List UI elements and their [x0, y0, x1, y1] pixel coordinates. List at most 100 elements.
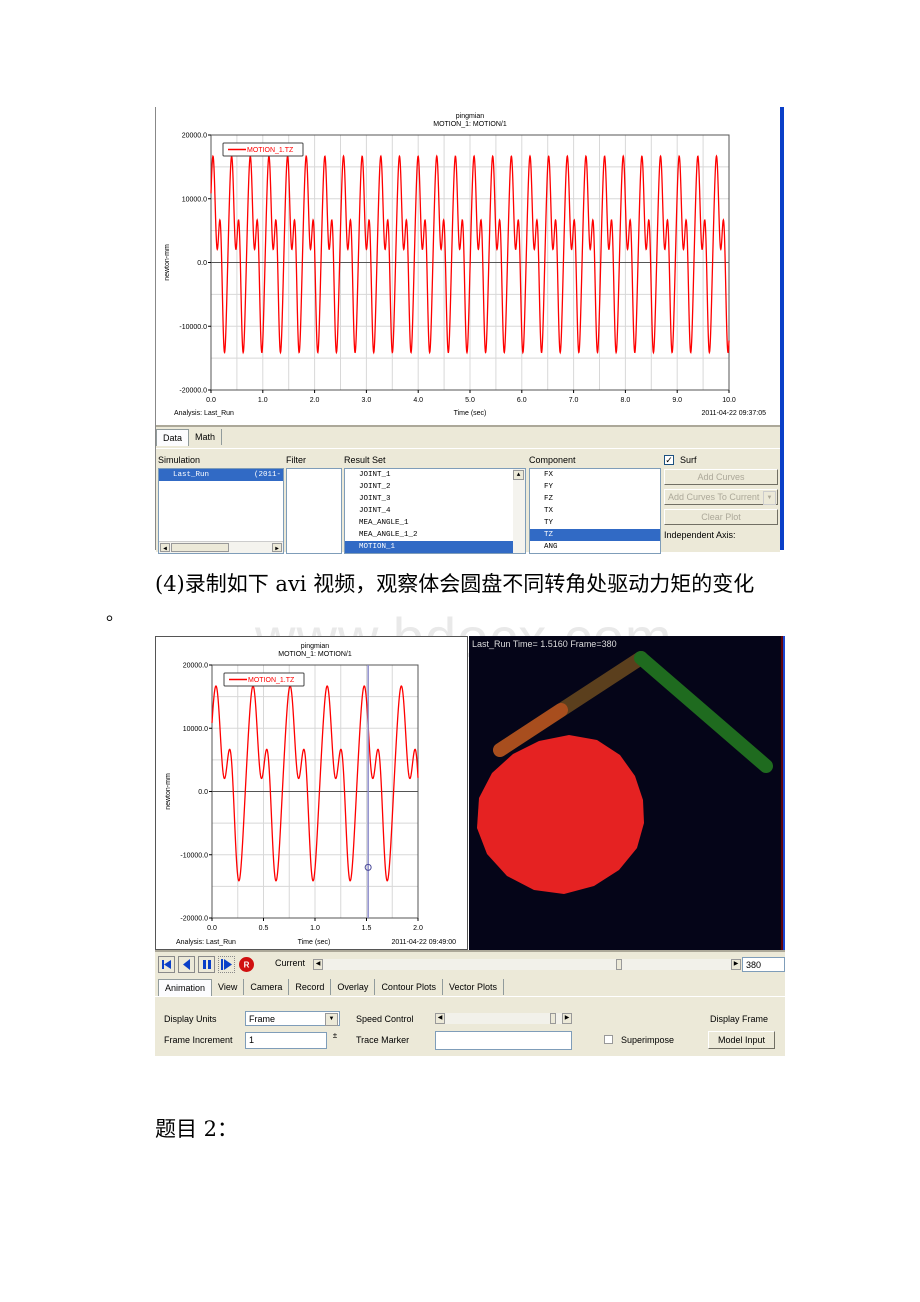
x-tick-label: 1.0 — [310, 925, 320, 932]
simulation-list[interactable]: Last_Run (2011- ◀ ▶ — [158, 468, 284, 554]
chevron-down-icon: ▼ — [763, 491, 776, 505]
vertical-scrollbar[interactable]: ▲ — [513, 469, 525, 553]
tab-camera[interactable]: Camera — [244, 979, 290, 995]
frame-increment-label: Frame Increment — [164, 1035, 233, 1045]
x-tick-label: 7.0 — [569, 397, 579, 404]
animation-controls: R Current ◀ ▶ 380 Animation View Camera … — [155, 950, 785, 1056]
x-tick-label: 2.0 — [310, 397, 320, 404]
y-tick-label: 20000.0 — [183, 663, 208, 670]
rewind-to-start-button[interactable] — [158, 956, 175, 973]
clear-plot-button[interactable]: Clear Plot — [664, 509, 778, 525]
result-set-item[interactable]: MEA_ANGLE_1 — [345, 517, 525, 529]
x-axis-label: Time (sec) — [454, 410, 487, 417]
model-input-button[interactable]: Model Input — [708, 1031, 775, 1049]
panel-tabs: Data Math — [156, 429, 223, 446]
speed-slider-thumb[interactable] — [550, 1013, 557, 1024]
frame-increment-stepper[interactable]: ± — [330, 1032, 340, 1049]
result-set-list[interactable]: JOINT_1 JOINT_2 JOINT_3 JOINT_4 MEA_ANGLE_1 M… — [344, 468, 526, 554]
superimpose-label: Superimpose — [621, 1035, 675, 1045]
x-tick-label: 1.0 — [258, 397, 268, 404]
scroll-right-arrow[interactable]: ▶ — [272, 543, 282, 552]
play-forward-icon — [221, 959, 232, 970]
pause-button[interactable] — [198, 956, 215, 973]
independent-axis-label: Independent Axis: — [664, 530, 736, 540]
y-tick-label: 10000.0 — [183, 726, 208, 733]
mechanism-scene — [477, 636, 785, 950]
disk — [477, 735, 644, 894]
component-item[interactable]: TX — [530, 505, 660, 517]
legend-label: MOTION_1.TZ — [248, 677, 295, 684]
simulation-item[interactable]: Last_Run (2011- — [159, 469, 283, 481]
play-forward-button[interactable] — [218, 956, 235, 973]
y-tick-label: 0.0 — [198, 789, 208, 796]
tab-vector-plots[interactable]: Vector Plots — [443, 979, 504, 995]
scroll-up-arrow[interactable]: ▲ — [513, 470, 524, 480]
result-set-item[interactable]: JOINT_2 — [345, 481, 525, 493]
tab-contour-plots[interactable]: Contour Plots — [375, 979, 443, 995]
frame-increment-input[interactable]: 1 — [245, 1032, 327, 1049]
horizontal-scrollbar[interactable]: ◀ ▶ — [159, 541, 283, 553]
x-tick-label: 2.0 — [413, 925, 423, 932]
speed-control-slider[interactable]: ◀ ▶ — [435, 1013, 572, 1024]
component-item[interactable]: ANG — [530, 541, 660, 553]
result-set-label: Result Set — [344, 455, 386, 465]
add-curves-to-current-dropdown[interactable]: Add Curves To Current ▼ — [664, 489, 778, 505]
filter-list[interactable] — [286, 468, 342, 554]
tab-view[interactable]: View — [212, 979, 245, 995]
play-reverse-button[interactable] — [178, 956, 195, 973]
paragraph-step-4: (4)录制如下 avi 视频，观察体会圆盘不同转角处驱动力矩的变化 — [155, 572, 755, 596]
x-tick-label: 8.0 — [621, 397, 631, 404]
y-tick-label: -10000.0 — [180, 852, 208, 859]
component-item[interactable]: FY — [530, 481, 660, 493]
y-axis-label: newton-mm — [164, 244, 171, 281]
display-units-select[interactable]: Frame ▼ — [245, 1011, 340, 1026]
scroll-left-arrow[interactable]: ◀ — [160, 543, 170, 552]
scroll-thumb[interactable] — [171, 543, 229, 552]
component-list[interactable]: FX FY FZ TX TY TZ ANG — [529, 468, 661, 554]
component-item[interactable]: TZ — [530, 529, 660, 541]
svg-text:R: R — [244, 961, 250, 970]
result-set-item[interactable]: JOINT_1 — [345, 469, 525, 481]
speed-left-arrow[interactable]: ◀ — [435, 1013, 445, 1024]
add-curves-button[interactable]: Add Curves — [664, 469, 778, 485]
surf-checkbox[interactable]: ✓ — [664, 455, 674, 465]
trace-marker-input[interactable] — [435, 1031, 572, 1050]
play-reverse-icon — [183, 959, 190, 970]
result-set-item[interactable]: JOINT_4 — [345, 505, 525, 517]
chart-subtitle: MOTION_1: MOTION/1 — [433, 121, 507, 128]
component-item[interactable]: FX — [530, 469, 660, 481]
superimpose-checkbox[interactable] — [604, 1035, 613, 1044]
tab-data[interactable]: Data — [156, 429, 190, 446]
paragraph-period: 。 — [106, 604, 124, 625]
slider-right-arrow[interactable]: ▶ — [731, 959, 741, 970]
x-tick-label: 0.0 — [207, 925, 217, 932]
footer-timestamp: 2011-04-22 09:49:00 — [392, 939, 457, 946]
x-tick-label: 3.0 — [362, 397, 372, 404]
frame-slider[interactable]: ◀ ▶ — [313, 959, 741, 970]
slider-left-arrow[interactable]: ◀ — [313, 959, 323, 970]
component-item[interactable]: TY — [530, 517, 660, 529]
speed-right-arrow[interactable]: ▶ — [562, 1013, 572, 1024]
simulation-label: Simulation — [158, 455, 201, 465]
result-set-item[interactable]: MOTION_1 — [345, 541, 525, 553]
figure1-screenshot: pingmian MOTION_1: MOTION/1 0.0 1.0 2.0 3.0 4.… — [155, 107, 784, 554]
record-button[interactable]: R — [238, 956, 255, 973]
animation-viewport[interactable]: Last_Run Time= 1.5160 Frame=380 — [469, 636, 785, 950]
result-set-item[interactable]: MEA_ANGLE_1_2 — [345, 529, 525, 541]
record-icon: R — [239, 957, 254, 972]
legend: MOTION_1.TZ — [223, 672, 305, 687]
x-tick-label: 0.0 — [206, 397, 216, 404]
filter-label: Filter — [286, 455, 306, 465]
tab-divider — [156, 448, 780, 449]
tab-overlay[interactable]: Overlay — [331, 979, 376, 995]
component-item[interactable]: FZ — [530, 493, 660, 505]
figure2-screenshot: pingmian MOTION_1: MOTION/1 0.0 0.5 1.0 1.5 2.… — [155, 636, 785, 1056]
tab-divider — [155, 996, 785, 997]
tab-record[interactable]: Record — [289, 979, 332, 995]
frame-number-input[interactable]: 380 — [742, 957, 785, 972]
result-set-item[interactable]: JOINT_3 — [345, 493, 525, 505]
window-edge — [780, 107, 784, 550]
frame-slider-thumb[interactable] — [616, 959, 623, 970]
tab-animation[interactable]: Animation — [158, 979, 213, 996]
tab-math[interactable]: Math — [189, 429, 223, 445]
